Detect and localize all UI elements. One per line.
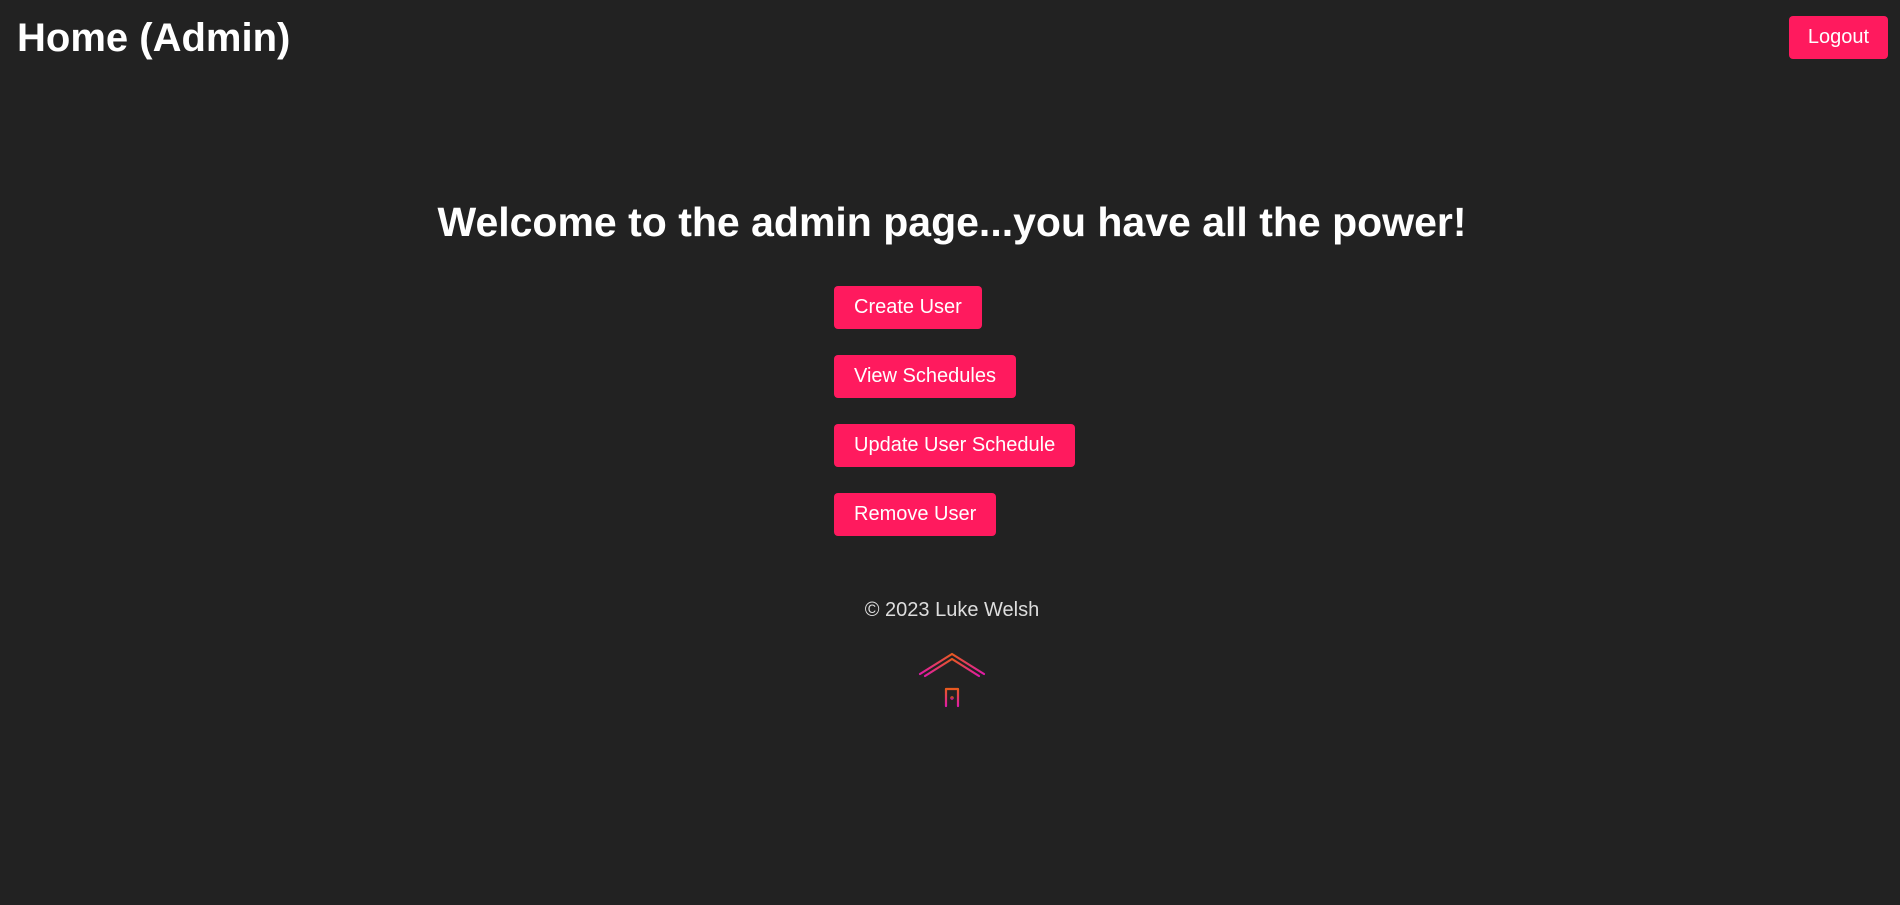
header: Home (Admin) Logout bbox=[0, 0, 1900, 80]
copyright-text: © 2023 Luke Welsh bbox=[864, 599, 1040, 621]
view-schedules-button[interactable]: View Schedules bbox=[834, 355, 1016, 398]
welcome-heading: Welcome to the admin page...you have all… bbox=[437, 199, 1467, 245]
create-user-button[interactable]: Create User bbox=[834, 286, 982, 329]
admin-actions: Create User View Schedules Update User S… bbox=[834, 286, 1234, 562]
update-user-schedule-button[interactable]: Update User Schedule bbox=[834, 424, 1076, 467]
footer: © 2023 Luke Welsh bbox=[0, 596, 1900, 712]
house-icon bbox=[918, 652, 986, 712]
remove-user-button[interactable]: Remove User bbox=[834, 493, 997, 536]
logout-button[interactable]: Logout bbox=[1788, 16, 1888, 59]
page: Home (Admin) Logout Welcome to the admin… bbox=[0, 0, 1900, 905]
page-title: Home (Admin) bbox=[17, 16, 291, 60]
